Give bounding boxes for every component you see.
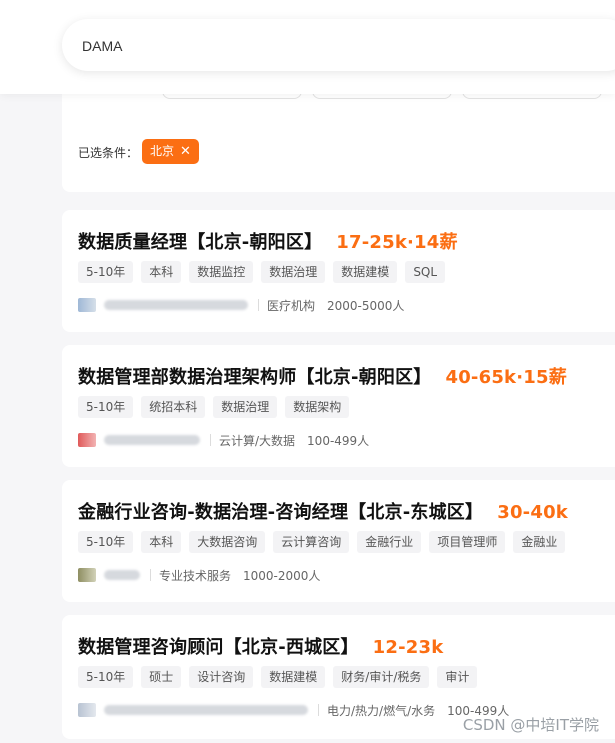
- job-salary: 40-65k·15薪: [445, 367, 567, 388]
- company-name-blurred: [104, 705, 308, 715]
- selected-filter-tag-label: 北京: [150, 144, 175, 158]
- job-tag: 数据架构: [285, 396, 350, 418]
- job-tags: 5-10年 硕士 设计咨询 数据建模 财务/审计/税务 审计: [78, 666, 478, 688]
- divider: [210, 434, 211, 446]
- job-tag: 数据治理: [261, 261, 326, 283]
- job-title-row[interactable]: 数据质量经理【北京-朝阳区】 17-25k·14薪: [78, 228, 458, 254]
- job-tag: 大数据咨询: [189, 531, 266, 553]
- job-card[interactable]: 金融行业咨询-数据治理-咨询经理【北京-东城区】 30-40k 5-10年 本科 …: [62, 480, 615, 602]
- job-title[interactable]: 数据管理咨询顾问【北京-西城区】: [78, 637, 359, 658]
- divider: [258, 299, 259, 311]
- job-tags: 5-10年 本科 大数据咨询 云计算咨询 金融行业 项目管理师 金融业: [78, 531, 566, 553]
- close-icon[interactable]: ✕: [180, 145, 191, 158]
- job-tag: 财务/审计/税务: [333, 666, 430, 688]
- job-tag: 统招本科: [141, 396, 206, 418]
- company-industry: 云计算/大数据: [219, 433, 296, 448]
- company-row[interactable]: 专业技术服务 1000-2000人: [78, 565, 332, 585]
- job-title[interactable]: 数据管理部数据治理架构师【北京-朝阳区】: [78, 367, 431, 388]
- company-row[interactable]: 云计算/大数据 100-499人: [78, 430, 381, 450]
- job-tag: 设计咨询: [189, 666, 254, 688]
- job-tag: 金融行业: [357, 531, 422, 553]
- job-tag: 本科: [141, 261, 182, 283]
- company-name-blurred: [104, 435, 200, 445]
- job-title-row[interactable]: 数据管理部数据治理架构师【北京-朝阳区】 40-65k·15薪: [78, 363, 567, 389]
- company-industry: 专业技术服务: [159, 568, 232, 583]
- company-size: 2000-5000人: [327, 298, 405, 313]
- job-salary: 17-25k·14薪: [336, 232, 458, 253]
- company-row[interactable]: 电力/热力/燃气/水务 100-499人: [78, 700, 521, 720]
- job-salary: 30-40k: [497, 502, 568, 523]
- job-tag: 数据建模: [261, 666, 326, 688]
- job-title-row[interactable]: 数据管理咨询顾问【北京-西城区】 12-23k: [78, 633, 443, 659]
- company-logo: [78, 568, 96, 582]
- company-industry: 医疗机构: [267, 298, 316, 313]
- job-tag: 云计算咨询: [273, 531, 350, 553]
- company-logo: [78, 703, 96, 717]
- job-tag: 数据治理: [213, 396, 278, 418]
- divider: [150, 569, 151, 581]
- job-tag: 硕士: [141, 666, 182, 688]
- selected-conditions-label: 已选条件：: [78, 146, 139, 160]
- job-card[interactable]: 数据管理部数据治理架构师【北京-朝阳区】 40-65k·15薪 5-10年 统招本…: [62, 345, 615, 467]
- job-tags: 5-10年 本科 数据监控 数据治理 数据建模 SQL: [78, 261, 446, 283]
- job-title[interactable]: 金融行业咨询-数据治理-咨询经理【北京-东城区】: [78, 502, 483, 523]
- company-size: 1000-2000人: [243, 568, 321, 583]
- job-tag: 5-10年: [78, 531, 134, 553]
- job-tags: 5-10年 统招本科 数据治理 数据架构: [78, 396, 350, 418]
- job-tag: 金融业: [513, 531, 566, 553]
- search-input[interactable]: [80, 19, 604, 73]
- company-size: 100-499人: [307, 433, 370, 448]
- job-tag: 本科: [141, 531, 182, 553]
- job-tag: 5-10年: [78, 261, 134, 283]
- job-tag: 5-10年: [78, 666, 134, 688]
- company-logo: [78, 433, 96, 447]
- job-title[interactable]: 数据质量经理【北京-朝阳区】: [78, 232, 322, 253]
- filter-panel: 已选条件： 北京 ✕: [62, 80, 615, 192]
- job-tag: 项目管理师: [429, 531, 506, 553]
- selected-filter-tag[interactable]: 北京 ✕: [142, 139, 199, 164]
- top-search-bar: [0, 0, 615, 94]
- search-box[interactable]: [62, 19, 615, 73]
- job-tag: 数据监控: [189, 261, 254, 283]
- company-logo: [78, 298, 96, 312]
- job-salary: 12-23k: [372, 637, 444, 658]
- company-row[interactable]: 医疗机构 2000-5000人: [78, 295, 416, 315]
- job-tag: 5-10年: [78, 396, 134, 418]
- watermark: CSDN @中培IT学院: [462, 716, 599, 734]
- job-tag: SQL: [405, 261, 446, 283]
- company-name-blurred: [104, 570, 140, 580]
- company-industry: 电力/热力/燃气/水务: [327, 703, 436, 718]
- job-card[interactable]: 数据质量经理【北京-朝阳区】 17-25k·14薪 5-10年 本科 数据监控 数…: [62, 210, 615, 332]
- job-tag: 审计: [437, 666, 478, 688]
- company-name-blurred: [104, 300, 248, 310]
- job-title-row[interactable]: 金融行业咨询-数据治理-咨询经理【北京-东城区】 30-40k: [78, 498, 568, 524]
- job-tag: 数据建模: [333, 261, 398, 283]
- divider: [318, 704, 319, 716]
